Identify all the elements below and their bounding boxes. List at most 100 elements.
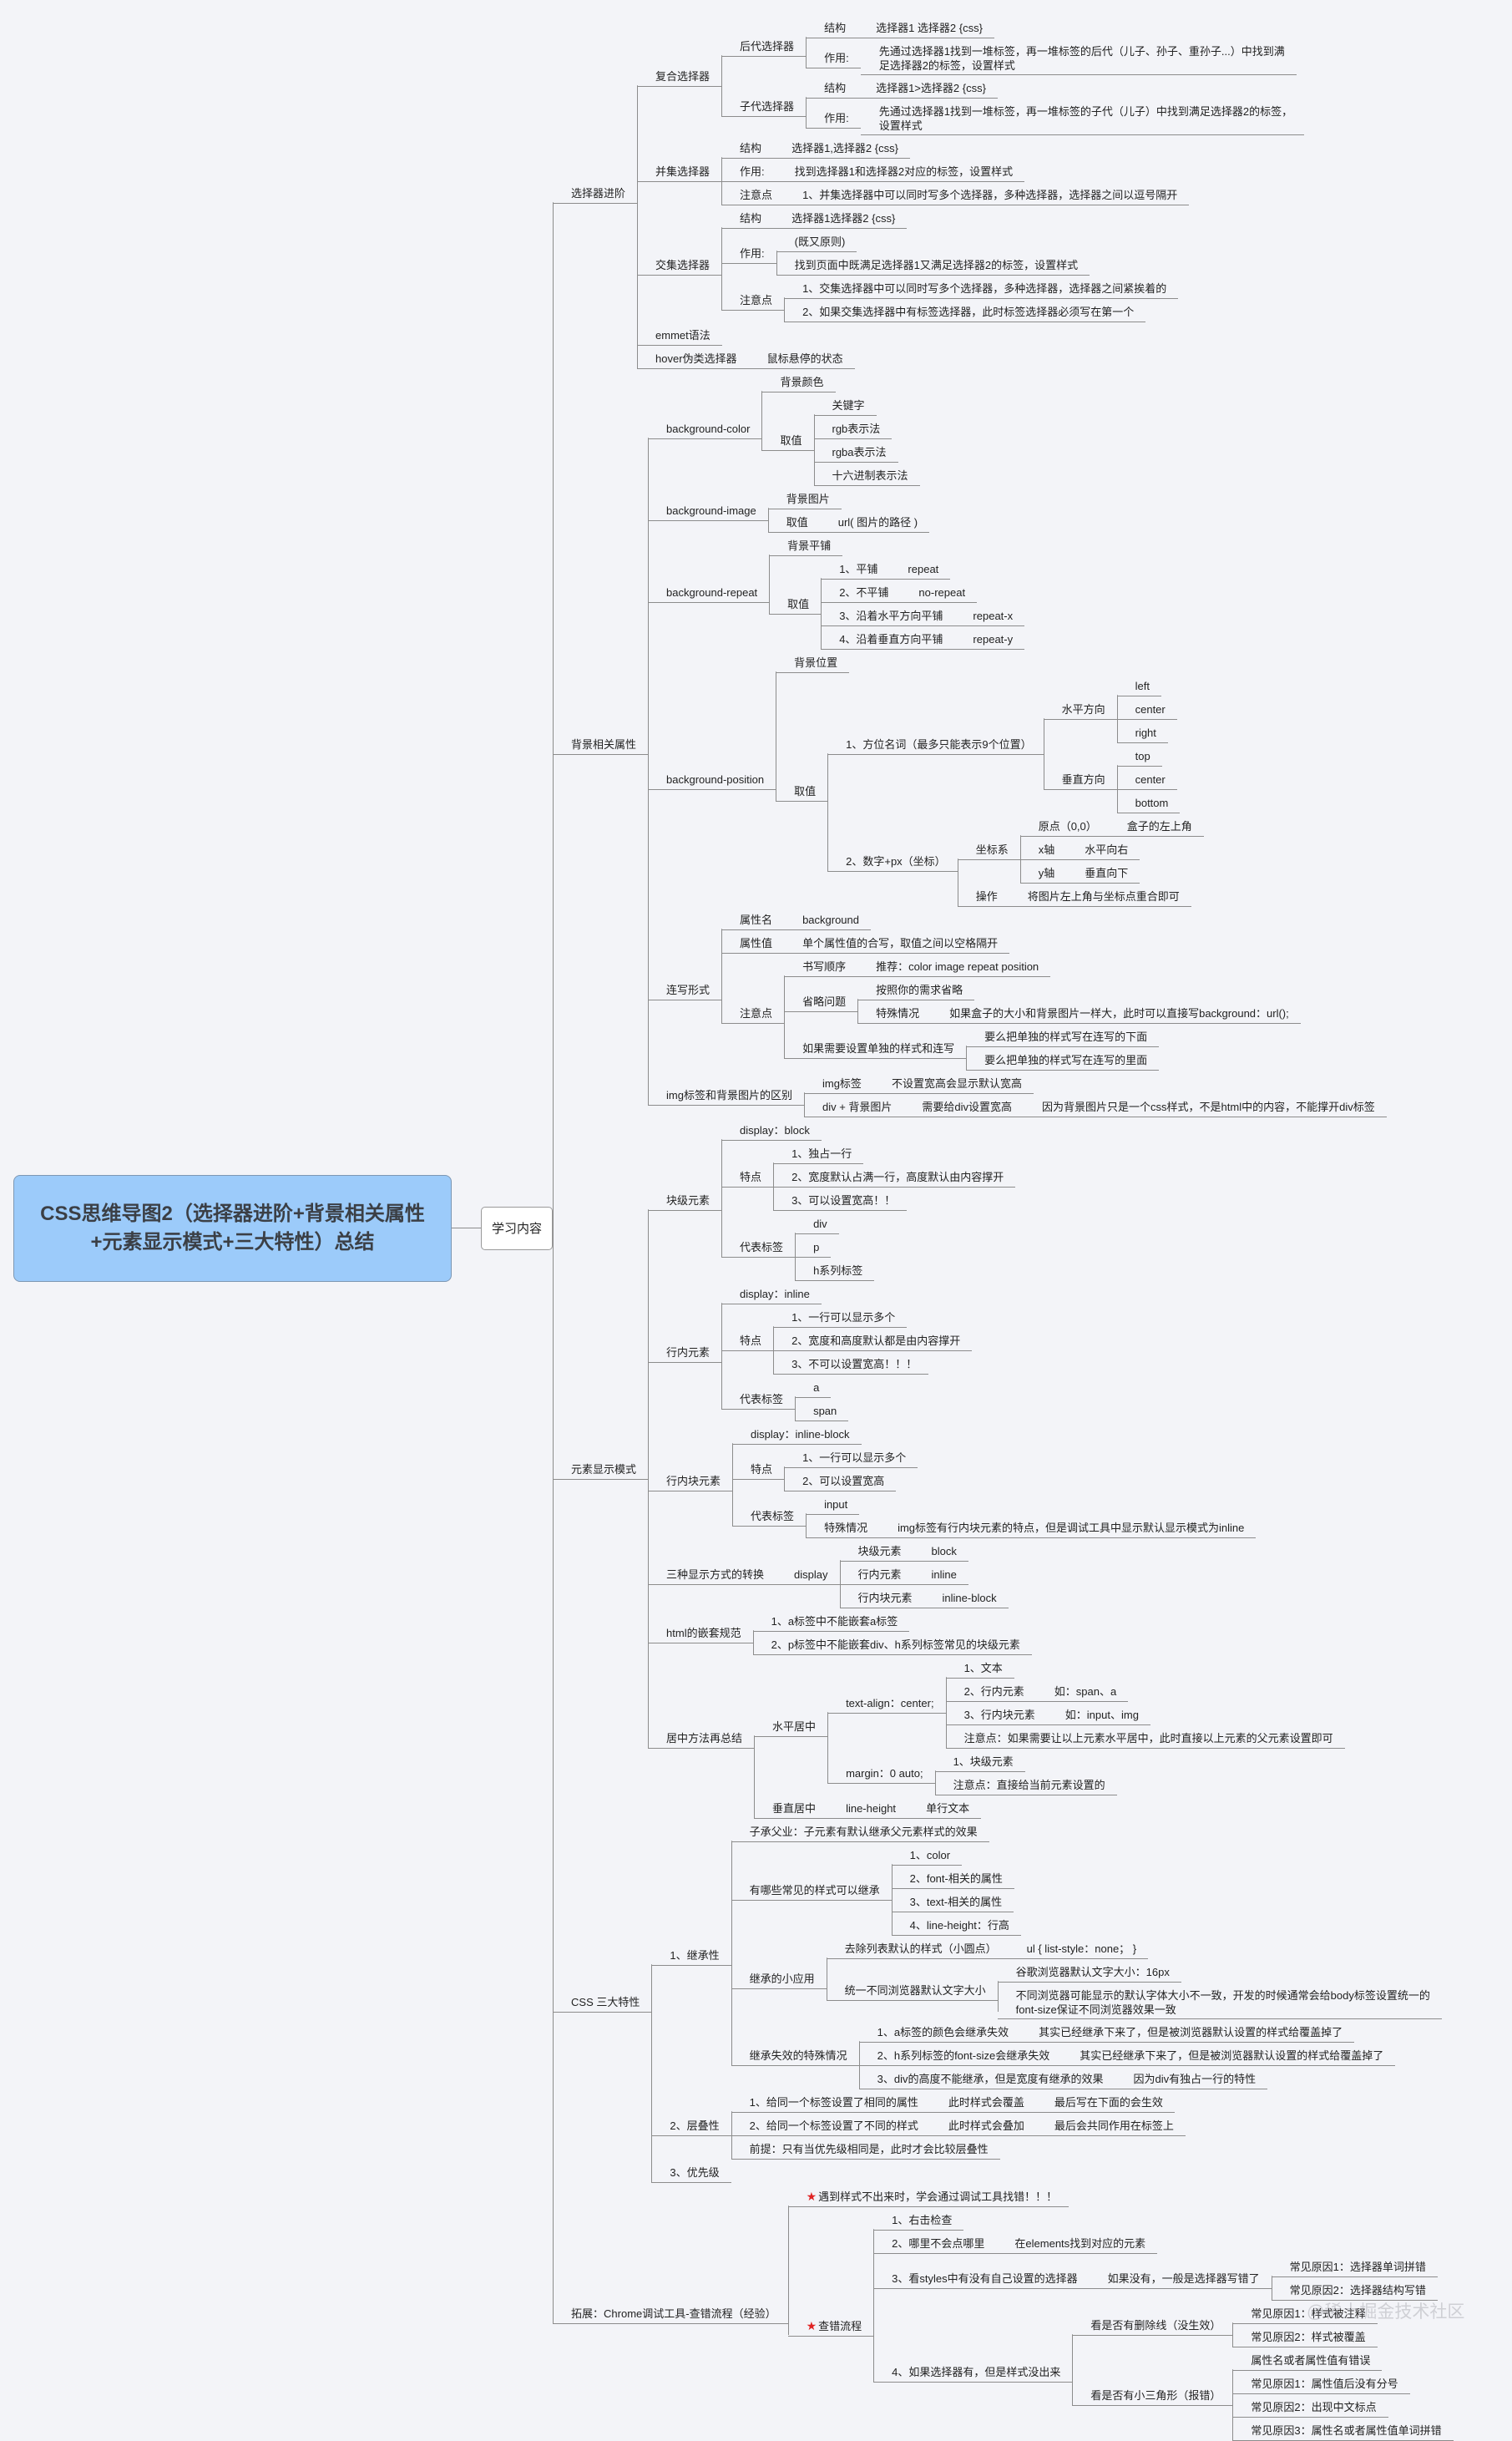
topic-label: text-align：center; xyxy=(827,1690,946,1714)
topic-label: 1、继承性 xyxy=(651,1942,731,1966)
topic-label: 需要给div设置宽高 xyxy=(903,1094,1024,1117)
topic-label: hover伪类选择器 xyxy=(637,346,749,369)
topic-branch: CSS 三大特性 1、继承性 子承父业：子元素有默认继承父元素样式的效果 有哪些常见的… xyxy=(553,1819,1454,2183)
subtopics: 背景位置 取值 1、方位名词（最多只能表示9个位置） 水平方向 left center ri… xyxy=(776,650,1204,907)
topic-text: 作用: xyxy=(824,52,849,64)
topic-label: display：inline-block xyxy=(732,1421,862,1445)
subtopics: 其实已经继承下来了，但是被浏览器默认设置的样式给覆盖掉了 xyxy=(1020,2019,1355,2043)
topic-label: 1、并集选择器中可以同时写多个选择器，多种选择器，选择器之间以逗号隔开 xyxy=(784,182,1190,205)
topic-label: 3、沿着水平方向平铺 xyxy=(821,603,955,626)
watermark: @稀土掘金技术社区 xyxy=(1307,2302,1465,2322)
topic-branch: 注意点 1、交集选择器中可以同时写多个选择器，多种选择器，选择器之间紧挨着的 2、如… xyxy=(721,276,1179,322)
topic-text: 取值 xyxy=(787,598,810,610)
topic-text: 要么把单独的样式写在连写的下面 xyxy=(984,1031,1148,1043)
topic-label: 取值 xyxy=(769,591,822,615)
topic-label: 单个属性值的合写，取值之间以空格隔开 xyxy=(784,930,1010,954)
topic-text: 因为div有独占一行的特性 xyxy=(1133,2073,1257,2085)
topic-label: 连写形式 xyxy=(648,977,722,1000)
subtopics: 此时样式会覆盖 最后写在下面的会生效 xyxy=(929,2089,1175,2113)
topic-label: 属性名 xyxy=(721,907,785,930)
topic-label: 结构 xyxy=(806,15,858,38)
topic-leaf: 选择器1,选择器2 {css} xyxy=(773,135,910,159)
topic-leaf: inline-block xyxy=(923,1585,1009,1608)
topic-text: 1、一行可以显示多个 xyxy=(802,1451,907,1464)
topic-text: 1、a标签中不能嵌套a标签 xyxy=(771,1615,898,1628)
topic-label: 2、层叠性 xyxy=(651,2113,731,2136)
topic-label: 2、数字+px（坐标） xyxy=(827,848,958,872)
topic-label: 代表标签 xyxy=(721,1386,796,1410)
topic-text: 注意点：如果需要让以上元素水平居中，此时直接以上元素的父元素设置即可 xyxy=(963,1732,1333,1745)
topic-leaf: inline xyxy=(913,1562,968,1585)
topic-text: 将图片左上角与坐标点重合即可 xyxy=(1027,890,1180,903)
topic-text: 水平向右 xyxy=(1085,843,1129,856)
topic-branch: hover伪类选择器 鼠标悬停的状态 xyxy=(637,346,1304,369)
subtopics: 1、独占一行 2、宽度默认占满一行，高度默认由内容撑开 3、可以设置宽高！！ xyxy=(773,1141,1016,1211)
topic-branch: 取值 关键字 rgb表示法 rgba表示法 十六进制表示法 xyxy=(761,392,920,486)
topic-label: 最后写在下面的会生效 xyxy=(1035,2089,1175,2113)
topic-text: 要么把单独的样式写在连写的里面 xyxy=(984,1054,1148,1066)
topic-leaf: display：inline-block xyxy=(732,1421,1256,1445)
topic-label: 特点 xyxy=(721,1328,774,1351)
topic-text: 如果没有，一般是选择器写错了 xyxy=(1107,2272,1260,2285)
topic-label: 其实已经继承下来了，但是被浏览器默认设置的样式给覆盖掉了 xyxy=(1061,2043,1396,2066)
topic-text: html的嵌套规范 xyxy=(666,1627,741,1639)
topic-text: 2、如果交集选择器中有标签选择器，此时标签选择器必须写在第一个 xyxy=(802,306,1135,318)
topic-branch: 继承失效的特殊情况 1、a标签的颜色会继承失效 其实已经继承下来了，但是被浏览器默认… xyxy=(731,2019,1442,2089)
topic-branch: 看是否有小三角形（报错） 属性名或者属性值有错误 常见原因1：属性值后没有分号 常见原… xyxy=(1072,2347,1454,2441)
topic-text: 此时样式会叠加 xyxy=(948,2119,1024,2132)
topic-label: 结构 xyxy=(806,75,858,99)
topic-leaf: 单个属性值的合写，取值之间以空格隔开 xyxy=(784,930,1010,954)
topic-text: repeat xyxy=(908,563,939,575)
topic-branch: 代表标签 input 特殊情况 img标签有行内块元素的特点，但是调试工具中显示默认显… xyxy=(732,1491,1257,1538)
topic-leaf: ul { list-style：none； } xyxy=(1008,1936,1149,1959)
topic-leaf: 选择器1>选择器2 {css} xyxy=(857,75,998,99)
topic-text: 水平居中 xyxy=(772,1720,817,1733)
topic-label: 1、一行可以显示多个 xyxy=(773,1304,908,1328)
topic-leaf: 1、一行可以显示多个 xyxy=(773,1304,972,1328)
topic-branch: 注意点 书写顺序 推荐：color image repeat position 省略问… xyxy=(721,954,1301,1071)
topic-label: 取值 xyxy=(761,428,814,451)
topic-leaf: 属性名或者属性值有错误 xyxy=(1232,2347,1453,2371)
topic-branch: 作用: (既又原则) 找到页面中既满足选择器1又满足选择器2的标签，设置样式 xyxy=(721,229,1178,276)
topic-label: center xyxy=(1116,767,1177,790)
topic-branch: 水平居中 text-align：center; 1、文本 2、行内元素 如：span、a… xyxy=(754,1655,1345,1795)
topic-text: right xyxy=(1135,727,1156,739)
topic-leaf: 其实已经继承下来了，但是被浏览器默认设置的样式给覆盖掉了 xyxy=(1020,2019,1355,2043)
topic-branch: 作用: 先通过选择器1找到一堆标签，再一堆标签的子代（儿子）中找到满足选择器2的标… xyxy=(806,99,1305,135)
topic-text: span xyxy=(813,1405,837,1417)
subtopics: 如果没有，一般是选择器写错了 常见原因1：选择器单词拼错 常见原因2：选择器结构写错 xyxy=(1089,2254,1438,2301)
topic-branch: 行内块元素 inline-block xyxy=(839,1585,1009,1608)
topic-leaf: 先通过选择器1找到一堆标签，再一堆标签的子代（儿子）中找到满足选择器2的标签， … xyxy=(860,99,1305,135)
central-topic: CSS思维导图2（选择器进阶+背景相关属性 +元素显示模式+三大特性）总结 xyxy=(13,1174,452,1282)
topic-label: 谷歌浏览器默认文字大小：16px xyxy=(997,1959,1181,1983)
topic-label: 因为背景图片只是一个css样式，不是html中的内容，不能撑开div标签 xyxy=(1024,1094,1387,1117)
topic-label: 子承父业：子元素有默认继承父元素样式的效果 xyxy=(731,1819,989,1842)
topic-label: 1、平铺 xyxy=(821,556,890,580)
topic-label: img标签有行内块元素的特点，但是调试工具中显示默认显示模式为inline xyxy=(879,1515,1257,1538)
topic-text: 如：input、img xyxy=(1064,1709,1139,1721)
main-topic-learning-content: 学习内容 xyxy=(481,1206,554,1250)
subtopics: 需要给div设置宽高 因为背景图片只是一个css样式，不是html中的内容，不能撑… xyxy=(903,1094,1387,1117)
topic-branch: 2、给同一个标签设置了不同的样式 此时样式会叠加 最后会共同作用在标签上 xyxy=(731,2113,1186,2136)
topic-text: 继承的小应用 xyxy=(749,1973,815,1985)
topic-text: 常见原因2：出现中文标点 xyxy=(1251,2401,1377,2413)
subtopics: 最后会共同作用在标签上 xyxy=(1035,2113,1186,2136)
topic-branch: 结构 选择器1,选择器2 {css} xyxy=(721,135,1189,159)
subtopics: repeat xyxy=(889,556,951,580)
topic-label: 结构 xyxy=(721,135,774,159)
topic-leaf: display：inline xyxy=(721,1281,972,1304)
topic-leaf: 因为背景图片只是一个css样式，不是html中的内容，不能撑开div标签 xyxy=(1024,1094,1387,1117)
topic-label: 其实已经继承下来了，但是被浏览器默认设置的样式给覆盖掉了 xyxy=(1020,2019,1355,2043)
topic-leaf: 背景平铺 xyxy=(769,533,1024,556)
topic-leaf: 前提：只有当优先级相同是，此时才会比较层叠性 xyxy=(731,2136,1186,2160)
topic-text: 谷歌浏览器默认文字大小：16px xyxy=(1015,1966,1170,1978)
topic-leaf: 垂直向下 xyxy=(1066,860,1140,884)
subtopics: 属性名 background 属性值 单个属性值的合写，取值之间以空格隔开 注意点 书写顺… xyxy=(721,907,1301,1071)
topic-text: 3、div的高度不能继承，但是宽度有继承的效果 xyxy=(877,2073,1104,2085)
topic-branch: div + 背景图片 需要给div设置宽高 因为背景图片只是一个css样式，不是ht… xyxy=(803,1094,1387,1117)
topic-branch: 行内元素 inline xyxy=(839,1562,1009,1585)
topic-branch: 需要给div设置宽高 因为背景图片只是一个css样式，不是html中的内容，不能撑… xyxy=(903,1094,1387,1117)
topic-leaf: right xyxy=(1116,720,1177,743)
main-branch-label: CSS 三大特性 xyxy=(553,1989,652,2013)
topic-leaf: left xyxy=(1116,673,1177,696)
